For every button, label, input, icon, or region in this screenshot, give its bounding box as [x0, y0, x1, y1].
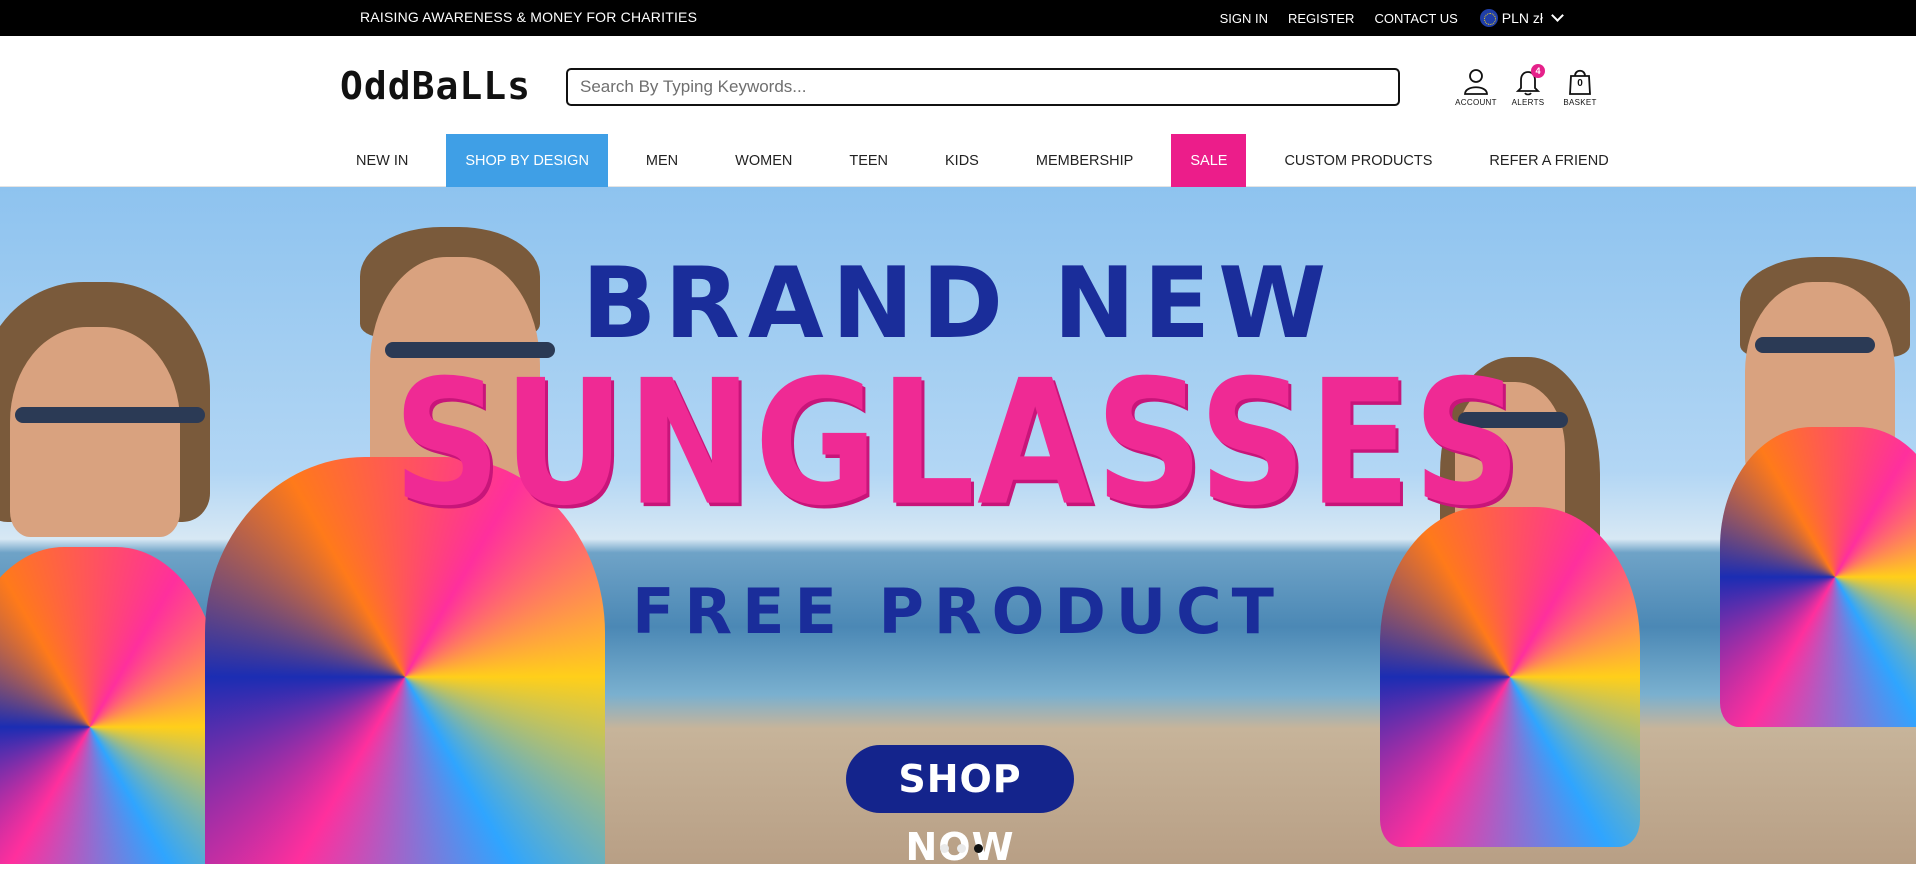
- eu-flag-icon: [1479, 9, 1498, 27]
- alerts-label: ALERTS: [1511, 98, 1545, 107]
- alerts-button[interactable]: 4 ALERTS: [1502, 64, 1554, 107]
- carousel-dot-3[interactable]: [974, 844, 983, 853]
- currency-selector[interactable]: PLN zł: [1479, 9, 1564, 27]
- top-links: SIGN IN REGISTER CONTACT US PLN zł: [1220, 0, 1916, 36]
- carousel-dots: [940, 844, 991, 853]
- hero-headline-sunglasses: SUNGLASSES: [393, 343, 1523, 545]
- carousel-dot-2[interactable]: [957, 844, 966, 853]
- register-link[interactable]: REGISTER: [1288, 11, 1354, 26]
- basket-button[interactable]: 0 BASKET: [1554, 66, 1606, 107]
- currency-label: PLN zł: [1501, 10, 1543, 26]
- basket-count: 0: [1577, 78, 1583, 89]
- nav-item-kids[interactable]: KIDS: [926, 134, 998, 187]
- nav-item-custom-products[interactable]: CUSTOM PRODUCTS: [1265, 134, 1451, 187]
- account-button[interactable]: ACCOUNT: [1450, 66, 1502, 107]
- alerts-count-badge: 4: [1531, 64, 1545, 78]
- nav-item-men[interactable]: MEN: [627, 134, 697, 187]
- site-header: OddBaLLs ACCOUNT 4 ALERTS 0 BASKET: [0, 36, 1916, 134]
- bell-icon: 4: [1513, 64, 1545, 96]
- nav-item-refer-a-friend[interactable]: REFER A FRIEND: [1470, 134, 1627, 187]
- hero-banner[interactable]: BRAND NEW SUNGLASSES FREE PRODUCT SHOP N…: [0, 187, 1916, 864]
- nav-item-shop-by-design[interactable]: SHOP BY DESIGN: [446, 134, 608, 187]
- basket-icon: 0: [1565, 66, 1595, 96]
- nav-item-sale[interactable]: SALE: [1171, 134, 1247, 187]
- charity-tagline: RAISING AWARENESS & MONEY FOR CHARITIES: [360, 9, 698, 25]
- basket-label: BASKET: [1563, 98, 1597, 107]
- hero-headline-free-product: FREE PRODUCT: [632, 575, 1284, 648]
- oddballs-logo[interactable]: OddBaLLs: [340, 66, 531, 106]
- shop-now-button[interactable]: SHOP NOW: [846, 745, 1074, 864]
- nav-item-membership[interactable]: MEMBERSHIP: [1017, 134, 1153, 187]
- contact-us-link[interactable]: CONTACT US: [1374, 11, 1457, 26]
- sign-in-link[interactable]: SIGN IN: [1220, 11, 1268, 26]
- nav-item-teen[interactable]: TEEN: [830, 134, 907, 187]
- user-icon: [1461, 66, 1491, 96]
- account-label: ACCOUNT: [1455, 98, 1497, 107]
- carousel-dot-1[interactable]: [940, 844, 949, 853]
- search-input[interactable]: [566, 68, 1400, 106]
- header-icons: ACCOUNT 4 ALERTS 0 BASKET: [1450, 64, 1606, 107]
- main-navigation: NEW IN SHOP BY DESIGN MEN WOMEN TEEN KID…: [0, 134, 1916, 187]
- nav-item-new-in[interactable]: NEW IN: [337, 134, 427, 187]
- nav-item-women[interactable]: WOMEN: [716, 134, 811, 187]
- chevron-down-icon: [1551, 9, 1564, 22]
- top-announcement-bar: RAISING AWARENESS & MONEY FOR CHARITIES …: [0, 0, 1916, 36]
